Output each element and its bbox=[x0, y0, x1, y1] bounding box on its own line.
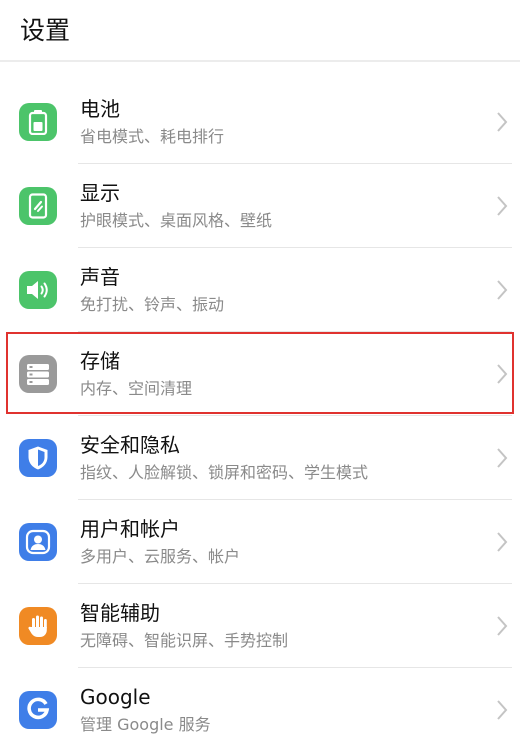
speaker-icon bbox=[19, 271, 57, 309]
settings-item-sound[interactable]: 声音 免打扰、铃声、振动 bbox=[0, 248, 520, 332]
settings-item-subtitle: 省电模式、耗电排行 bbox=[80, 127, 225, 146]
chevron-right-icon bbox=[497, 448, 508, 468]
settings-item-smart-assist[interactable]: 智能辅助 无障碍、智能识屏、手势控制 bbox=[0, 584, 520, 668]
settings-item-subtitle: 内存、空间清理 bbox=[80, 379, 193, 398]
settings-item-title: 安全和隐私 bbox=[80, 433, 180, 457]
settings-item-subtitle: 护眼模式、桌面风格、壁纸 bbox=[80, 211, 273, 230]
chevron-right-icon bbox=[497, 280, 508, 300]
display-icon bbox=[19, 187, 57, 225]
hand-icon bbox=[19, 607, 57, 645]
shield-icon bbox=[19, 439, 57, 477]
chevron-right-icon bbox=[497, 112, 508, 132]
settings-item-title: 声音 bbox=[80, 265, 120, 289]
settings-item-battery[interactable]: 电池 省电模式、耗电排行 bbox=[0, 80, 520, 164]
settings-item-title: 存储 bbox=[80, 349, 120, 373]
chevron-right-icon bbox=[497, 616, 508, 636]
settings-item-display[interactable]: 显示 护眼模式、桌面风格、壁纸 bbox=[0, 164, 520, 248]
settings-item-subtitle: 指纹、人脸解锁、锁屏和密码、学生模式 bbox=[80, 463, 369, 482]
settings-item-users-accounts[interactable]: 用户和帐户 多用户、云服务、帐户 bbox=[0, 500, 520, 584]
user-icon bbox=[19, 523, 57, 561]
header: 设置 bbox=[0, 0, 520, 62]
chevron-right-icon bbox=[497, 196, 508, 216]
settings-item-title: 智能辅助 bbox=[80, 601, 160, 625]
settings-item-title: 电池 bbox=[80, 97, 120, 121]
storage-icon bbox=[19, 355, 57, 393]
settings-screen: 设置 电池 省电模式、耗电排行 显示 护眼模式、桌面风格、壁纸 声音 免打扰、铃… bbox=[0, 0, 520, 745]
settings-item-google[interactable]: Google 管理 Google 服务 bbox=[0, 668, 520, 745]
settings-item-title: 显示 bbox=[80, 181, 120, 205]
settings-item-subtitle: 管理 Google 服务 bbox=[80, 715, 211, 734]
chevron-right-icon bbox=[497, 364, 508, 384]
settings-item-subtitle: 多用户、云服务、帐户 bbox=[80, 547, 241, 566]
settings-item-subtitle: 免打扰、铃声、振动 bbox=[80, 295, 225, 314]
chevron-right-icon bbox=[497, 532, 508, 552]
settings-item-storage[interactable]: 存储 内存、空间清理 bbox=[0, 332, 520, 416]
google-icon bbox=[19, 691, 57, 729]
settings-item-title: Google bbox=[80, 685, 151, 709]
settings-list: 电池 省电模式、耗电排行 显示 护眼模式、桌面风格、壁纸 声音 免打扰、铃声、振… bbox=[0, 80, 520, 745]
settings-item-security-privacy[interactable]: 安全和隐私 指纹、人脸解锁、锁屏和密码、学生模式 bbox=[0, 416, 520, 500]
battery-icon bbox=[19, 103, 57, 141]
settings-item-subtitle: 无障碍、智能识屏、手势控制 bbox=[80, 631, 289, 650]
settings-item-title: 用户和帐户 bbox=[80, 517, 180, 541]
chevron-right-icon bbox=[497, 700, 508, 720]
page-title: 设置 bbox=[20, 16, 71, 45]
